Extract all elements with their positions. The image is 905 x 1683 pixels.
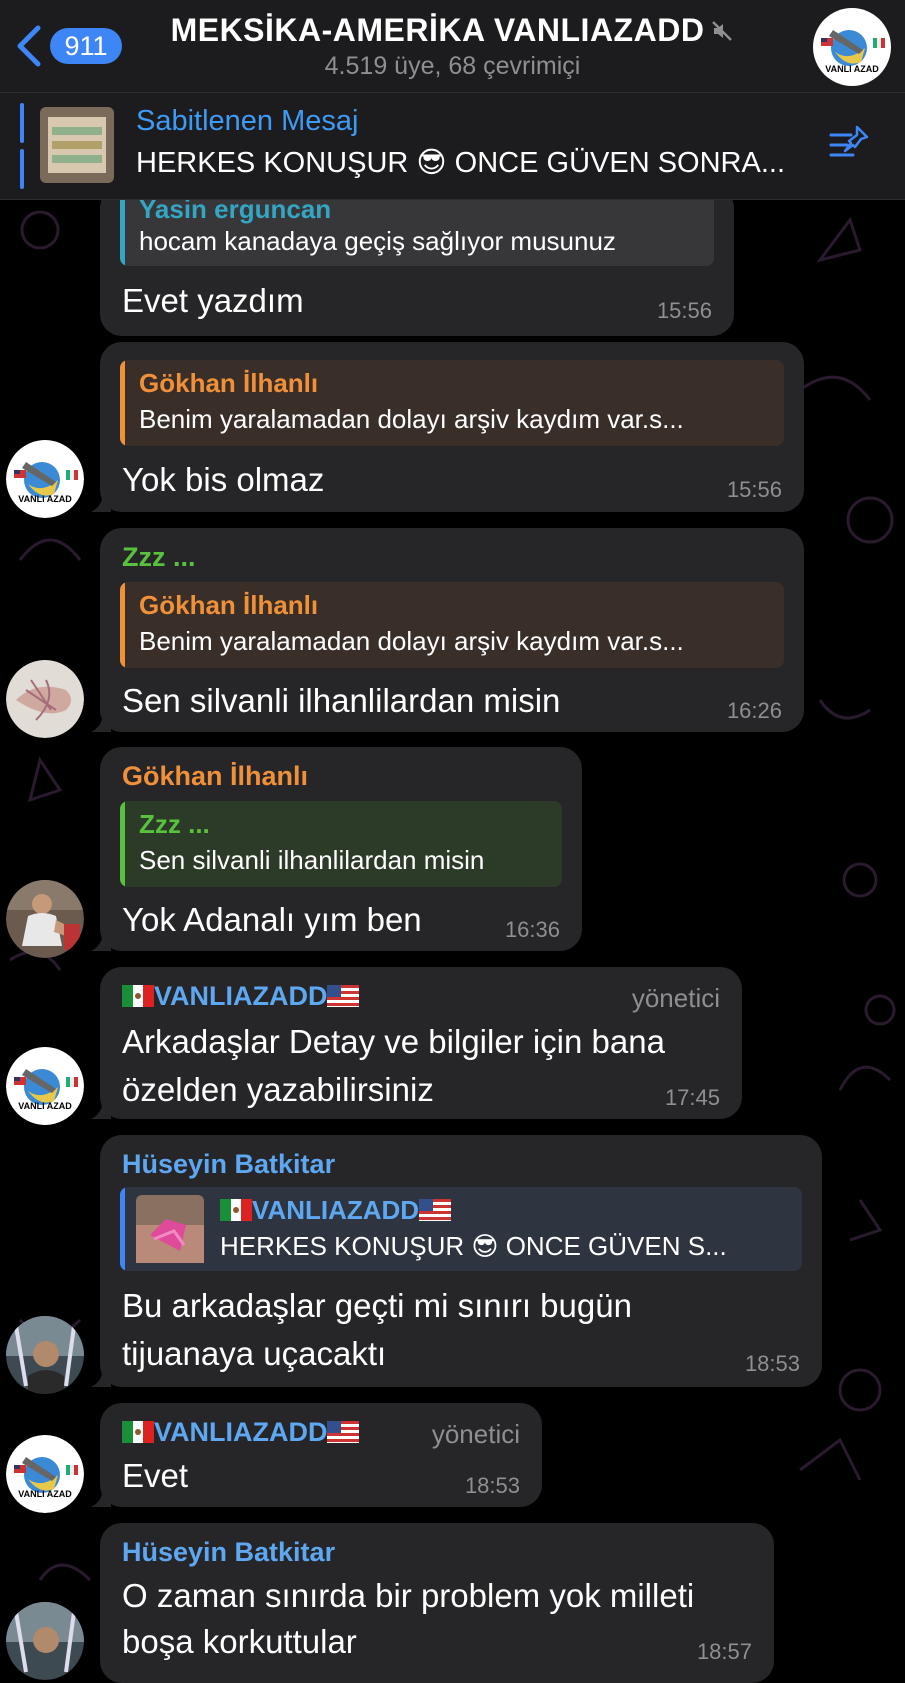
reply-text: hocam kanadaya geçiş sağlıyor musunuz xyxy=(139,226,616,256)
sender-avatar[interactable] xyxy=(6,1316,84,1394)
mexico-flag-icon xyxy=(122,985,154,1007)
message-text-line-2: tijuanaya uçacaktı xyxy=(122,1335,387,1372)
message-bubble[interactable]: VANLIAZADD yönetici Arkadaşlar Detay ve … xyxy=(91,967,742,1119)
message-time: 15:56 xyxy=(726,477,782,502)
pinned-thumbnail xyxy=(40,107,114,183)
sender-avatar[interactable]: VANLI AZAD xyxy=(6,440,84,518)
pinned-title: Sabitlenen Mesaj xyxy=(136,105,359,137)
reply-preview[interactable]: Gökhan İlhanlı Benim yaralamadan dolayı … xyxy=(120,360,784,446)
message-text: Evet xyxy=(122,1457,189,1494)
message-bubble[interactable]: VANLIAZADD yönetici Evet 18:53 xyxy=(91,1403,542,1507)
sender-avatar[interactable] xyxy=(6,880,84,958)
message-time: 18:53 xyxy=(744,1351,800,1376)
sender-name[interactable]: Gökhan İlhanlı xyxy=(122,761,308,792)
message-time: 17:45 xyxy=(664,1085,720,1110)
sender-label: VANLIAZADD xyxy=(154,981,328,1011)
chat-title[interactable]: MEKSİKA-AMERİKA VANLIAZADD xyxy=(150,12,755,49)
mute-icon xyxy=(712,21,733,41)
message-text-line-2: özelden yazabilirsiniz xyxy=(122,1071,434,1108)
pin-list-icon[interactable] xyxy=(827,123,873,163)
sender-avatar[interactable] xyxy=(6,660,84,738)
message-text-line-1: Bu arkadaşlar geçti mi sınırı bugün xyxy=(122,1287,632,1324)
sender-name[interactable]: Hüseyin Batkitar xyxy=(122,1149,335,1180)
message-time: 18:53 xyxy=(464,1473,520,1498)
message-text-line-1: Arkadaşlar Detay ve bilgiler için bana xyxy=(122,1023,665,1060)
back-button[interactable]: 911 xyxy=(14,22,124,70)
reply-text: Benim yaralamadan dolayı arşiv kaydım va… xyxy=(139,404,684,434)
sender-name[interactable]: VANLIAZADD xyxy=(122,981,360,1012)
sender-name[interactable]: Hüseyin Batkitar xyxy=(122,1537,335,1568)
avatar-caption: VANLI AZAD xyxy=(18,1101,72,1111)
message-time: 16:26 xyxy=(726,698,782,723)
message-time: 15:56 xyxy=(656,298,712,323)
sender-avatar[interactable] xyxy=(6,1602,84,1680)
message-bubble[interactable]: Gökhan İlhanlı Zzz ... Sen silvanli ilha… xyxy=(91,747,582,951)
mexico-flag-icon xyxy=(122,1421,154,1443)
reply-text: HERKES KONUŞUR 😎 ONCE GÜVEN S... xyxy=(220,1231,727,1261)
reply-sender-name: VANLIAZADD xyxy=(220,1195,452,1226)
reply-sender-name: Zzz ... xyxy=(139,809,210,839)
unread-count-badge: 911 xyxy=(50,28,122,64)
message-time: 18:57 xyxy=(696,1639,752,1664)
reply-preview[interactable]: VANLIAZADD HERKES KONUŞUR 😎 ONCE GÜVEN S… xyxy=(120,1187,802,1271)
chat-title-text: MEKSİKA-AMERİKA VANLIAZADD xyxy=(170,12,705,48)
member-count: 4.519 üye, 68 çevrimiçi xyxy=(324,52,581,80)
avatar-caption: VANLI AZAD xyxy=(18,1489,72,1499)
message-text-line-1: O zaman sınırda bir problem yok milleti xyxy=(122,1577,695,1614)
chevron-left-icon xyxy=(17,25,41,67)
group-avatar[interactable]: VANLI AZAD xyxy=(813,8,891,86)
message-bubble[interactable]: Gökhan İlhanlı Benim yaralamadan dolayı … xyxy=(91,342,804,512)
reply-sender-name: Gökhan İlhanlı xyxy=(139,368,319,398)
sender-name[interactable]: VANLIAZADD xyxy=(122,1417,360,1448)
message-text: Yok Adanalı yım ben xyxy=(122,901,422,938)
message-time: 16:36 xyxy=(504,917,560,942)
pinned-indicator xyxy=(20,103,24,189)
usa-flag-icon xyxy=(327,985,360,1007)
sender-avatar[interactable]: VANLI AZAD xyxy=(6,1047,84,1125)
reply-sender-name: Gökhan İlhanlı xyxy=(139,590,319,620)
avatar-caption: VANLI AZAD xyxy=(18,494,72,504)
reply-preview[interactable]: Gökhan İlhanlı Benim yaralamadan dolayı … xyxy=(120,582,784,668)
message-bubble[interactable]: Hüseyin Batkitar VANLIAZADD HERKES KONUŞ… xyxy=(91,1135,822,1387)
pinned-text: HERKES KONUŞUR 😎 ONCE GÜVEN SONRA... xyxy=(136,147,786,179)
message-text: Sen silvanli ilhanlilardan misin xyxy=(122,682,561,719)
sender-name[interactable]: Zzz ... xyxy=(122,542,196,573)
message-bubble[interactable]: Yasin erguncan hocam kanadaya geçiş sağl… xyxy=(100,186,734,336)
mexico-flag-icon xyxy=(220,1199,252,1221)
reply-text: Benim yaralamadan dolayı arşiv kaydım va… xyxy=(139,626,684,656)
message-bubble[interactable]: Zzz ... Gökhan İlhanlı Benim yaralamadan… xyxy=(91,528,804,732)
chat-header: 911 MEKSİKA-AMERİKA VANLIAZADD 4.519 üye… xyxy=(0,0,905,93)
message-bubble[interactable]: Hüseyin Batkitar O zaman sınırda bir pro… xyxy=(100,1523,774,1683)
message-list[interactable]: Yasin erguncan hocam kanadaya geçiş sağl… xyxy=(0,0,905,1683)
admin-role-label: yönetici xyxy=(631,983,720,1013)
admin-role-label: yönetici xyxy=(431,1419,520,1449)
message-text: Yok bis olmaz xyxy=(122,461,325,498)
usa-flag-icon xyxy=(419,1199,452,1221)
avatar-caption: VANLI AZAD xyxy=(825,64,879,74)
sender-avatar[interactable]: VANLI AZAD xyxy=(6,1435,84,1513)
message-text: Evet yazdım xyxy=(122,282,304,319)
reply-text: Sen silvanli ilhanlilardan misin xyxy=(139,845,485,875)
pinned-message-bar[interactable]: Sabitlenen Mesaj HERKES KONUŞUR 😎 ONCE G… xyxy=(0,93,905,200)
reply-preview[interactable]: Zzz ... Sen silvanli ilhanlilardan misin xyxy=(120,801,562,887)
sender-label: VANLIAZADD xyxy=(154,1417,328,1447)
reply-thumbnail xyxy=(136,1195,204,1263)
message-text-line-2: boşa korkuttular xyxy=(122,1623,357,1660)
usa-flag-icon xyxy=(327,1421,360,1443)
